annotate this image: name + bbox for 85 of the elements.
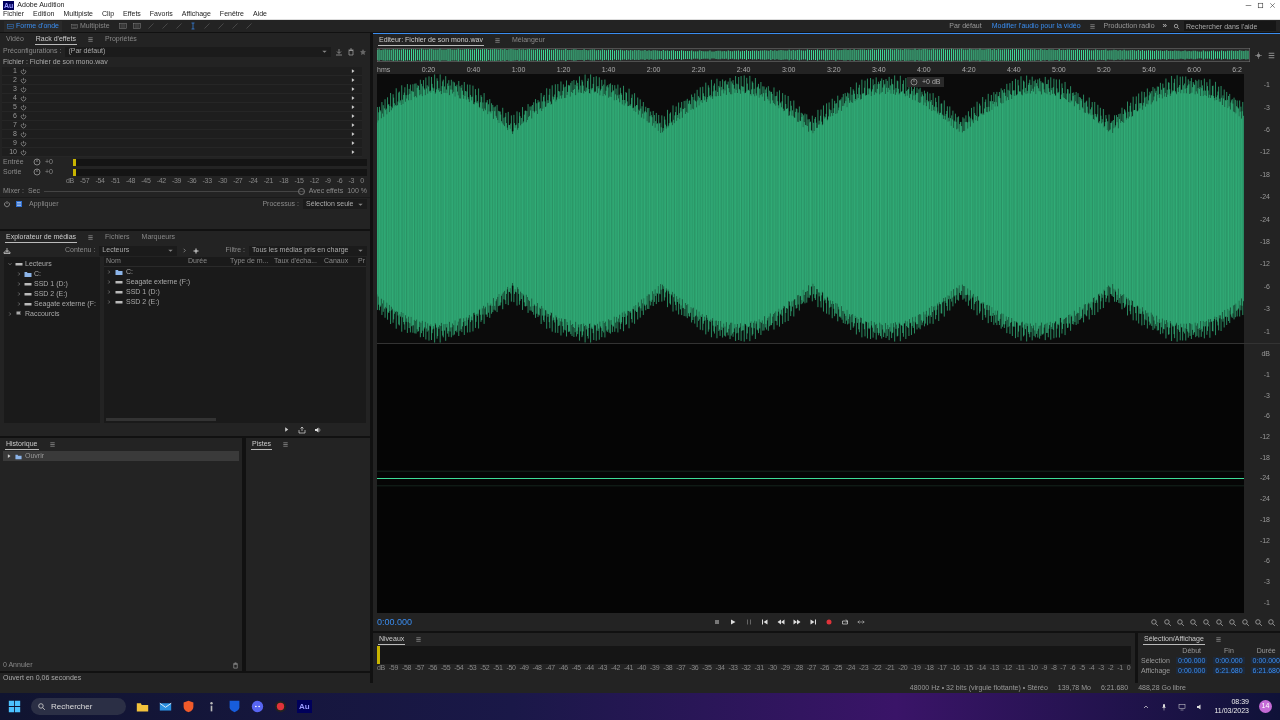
network-icon[interactable] [1178,702,1187,711]
delete-icon[interactable] [347,47,355,56]
loop-button[interactable] [839,616,851,628]
save-preset-icon[interactable] [335,47,343,56]
volume-knob-icon[interactable] [910,78,918,86]
power-icon[interactable] [20,94,27,102]
delete-icon[interactable] [232,661,239,669]
zoom-icon[interactable] [1202,617,1211,627]
gain-knob-icon[interactable] [33,158,41,166]
start-icon[interactable] [8,700,21,713]
overview-waveform-drawing[interactable] [377,48,1250,62]
zoom-icon[interactable] [1176,617,1185,627]
zoom-to-fit-icon[interactable] [1254,50,1263,60]
export-icon[interactable] [298,425,306,434]
chat-icon[interactable] [251,700,264,713]
record-icon[interactable] [274,700,287,713]
drive-icon [15,260,23,268]
power-icon[interactable] [20,112,27,120]
fast-forward-icon [793,618,801,626]
zoom-icon[interactable] [1241,617,1250,627]
taskbar-search-field[interactable]: Rechercher [31,698,126,715]
skip-selection-icon [857,618,865,626]
folder-icon [15,452,22,460]
play-icon [6,453,12,459]
zoom-icon[interactable] [1215,617,1224,627]
power-icon[interactable] [20,76,27,84]
caret-icon [357,247,364,254]
power-icon[interactable] [20,103,27,111]
panel-menu-icon[interactable] [493,36,501,44]
search-icon [37,702,46,711]
panel-menu-icon[interactable] [86,36,94,43]
microphone-icon[interactable] [1160,702,1169,711]
power-icon[interactable] [20,85,27,93]
shield-icon[interactable] [182,700,195,713]
zoom-icon[interactable] [1228,617,1237,627]
zoom-icon[interactable] [1254,617,1263,627]
search-icon [1173,22,1180,30]
panel-menu-icon[interactable] [415,636,423,643]
record-icon [825,618,833,626]
folder-icon[interactable] [136,700,149,713]
go-to-start-icon [761,618,769,626]
volume-icon[interactable] [314,425,322,434]
power-icon[interactable] [20,139,27,147]
zoom-icon[interactable] [1150,617,1159,627]
loop-icon [841,618,849,626]
maximize-icon[interactable] [1256,0,1265,10]
zoom-icon[interactable] [1163,617,1172,627]
zoom-icon[interactable] [1267,617,1276,627]
power-icon[interactable] [20,130,27,138]
overflow-button[interactable]: » [1162,21,1167,31]
play-icon [729,618,737,626]
folder-icon [24,270,32,278]
panel-menu-icon[interactable] [87,234,95,241]
rewind-icon [777,618,785,626]
power-icon[interactable] [3,200,11,209]
zoom-icon[interactable] [1189,617,1198,627]
pause-icon [745,618,753,626]
power-icon[interactable] [20,67,27,75]
caret-icon [167,247,175,254]
panel-menu-icon[interactable] [282,441,290,448]
mail-icon[interactable] [159,700,172,713]
panel-menu-icon[interactable] [1088,22,1096,30]
taskbar-app[interactable]: Au [297,700,312,713]
play-icon[interactable] [283,426,290,433]
power-icon[interactable] [20,121,27,129]
stop-icon [713,618,721,626]
import-icon[interactable] [3,246,11,255]
caret-icon [321,48,328,55]
panel-menu-icon[interactable] [1267,50,1276,60]
gain-knob-icon[interactable] [33,168,41,176]
panel-menu-icon[interactable] [48,441,56,448]
flag-icon [15,310,23,318]
add-icon[interactable] [192,246,201,255]
spectral-icon[interactable] [132,22,141,30]
list-icon[interactable] [15,200,23,209]
favorite-icon[interactable] [359,47,367,56]
panel-menu-icon[interactable] [1214,636,1222,643]
power-icon[interactable] [20,148,27,156]
close-icon[interactable] [1268,0,1277,10]
shield-icon[interactable] [228,700,241,713]
folder-icon [115,268,123,276]
spectral-icon[interactable] [118,22,127,30]
time-display: 0:00.000 [377,616,414,628]
go-to-end-icon [809,618,817,626]
navigate-icon[interactable] [181,247,189,254]
